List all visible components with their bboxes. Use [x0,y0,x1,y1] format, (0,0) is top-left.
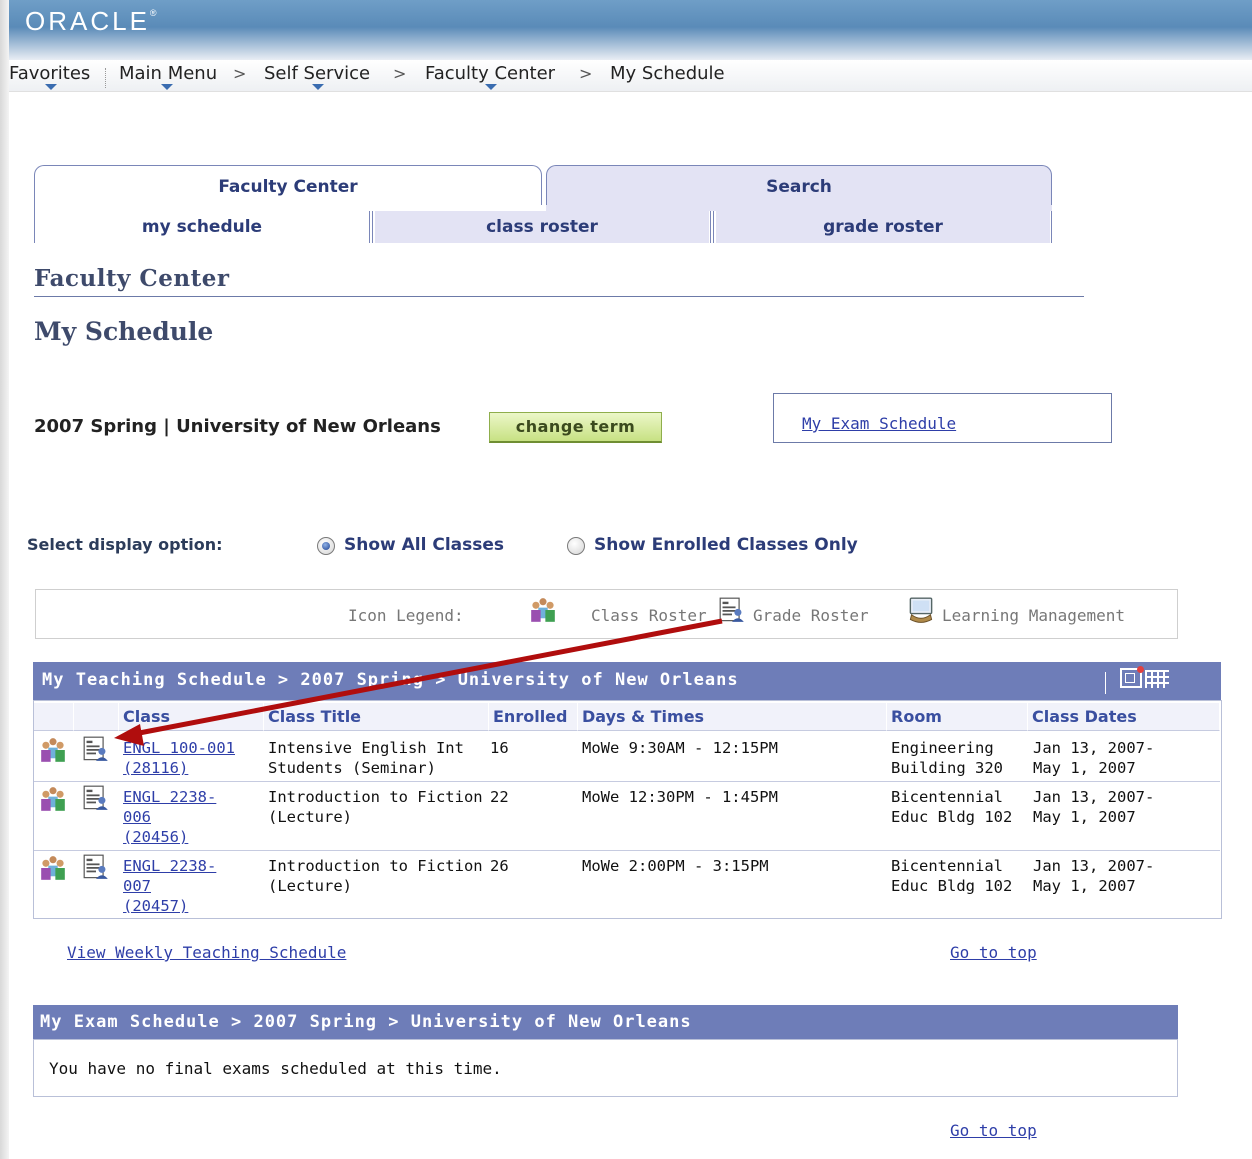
annotation-arrow-overlay [114,618,723,746]
annotation-arrow-line [133,618,723,737]
annotation-arrow-head [114,724,144,746]
